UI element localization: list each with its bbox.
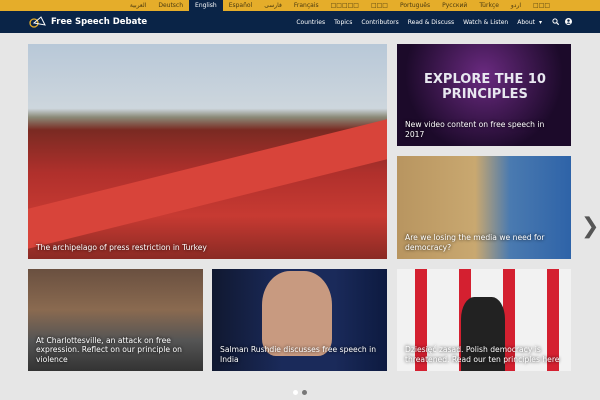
feature-card-rushdie[interactable]: Salman Rushdie discusses free speech in … <box>212 269 387 371</box>
language-link[interactable]: Deutsch <box>152 0 189 11</box>
site-title: Free Speech Debate <box>51 17 148 27</box>
logo-icon <box>29 16 46 28</box>
flag-banner <box>28 119 387 249</box>
language-link[interactable]: Français <box>288 0 325 11</box>
card-caption: At Charlottesville, an attack on free ex… <box>36 335 182 364</box>
language-bar: العربية Deutsch English Español فارسی Françai… <box>0 0 600 11</box>
carousel-dot-2[interactable] <box>302 390 307 395</box>
language-link[interactable]: English <box>189 0 223 11</box>
language-link[interactable]: Türkçe <box>473 0 505 11</box>
card-caption: Dziesięć zasad. Polish democracy is thre… <box>405 345 560 364</box>
user-icon[interactable] <box>565 17 572 27</box>
feature-card-turkey[interactable]: The archipelago of press restriction in … <box>28 44 387 259</box>
language-link[interactable]: فارسی <box>258 0 288 11</box>
main-nav: Free Speech Debate Countries Topics Cont… <box>0 11 600 33</box>
menu-countries[interactable]: Countries <box>296 19 325 26</box>
principles-banner-text: EXPLORE THE 10 PRINCIPLES <box>424 72 546 102</box>
feature-card-charlottesville[interactable]: At Charlottesville, an attack on free ex… <box>28 269 203 371</box>
language-link[interactable]: □□□□□ <box>325 0 365 11</box>
search-icon[interactable] <box>552 17 560 27</box>
language-link[interactable]: اردو <box>505 0 527 11</box>
menu-read-discuss[interactable]: Read & Discuss <box>408 19 454 26</box>
menu-contributors[interactable]: Contributors <box>361 19 398 26</box>
menu-about[interactable]: About <box>517 19 535 26</box>
language-link[interactable]: Português <box>394 0 436 11</box>
card-caption: Are we losing the media we need for demo… <box>405 233 545 252</box>
menu-watch-listen[interactable]: Watch & Listen <box>463 19 508 26</box>
portrait <box>262 271 332 356</box>
chevron-down-icon[interactable]: ▾ <box>539 19 542 26</box>
feature-card-poland[interactable]: Dziesięć zasad. Polish democracy is thre… <box>397 269 571 371</box>
language-link[interactable]: Русский <box>436 0 473 11</box>
card-caption: New video content on free speech in 2017 <box>405 120 545 139</box>
language-link[interactable]: □□□ <box>527 0 556 11</box>
feature-card-principles[interactable]: EXPLORE THE 10 PRINCIPLES New video cont… <box>397 44 571 146</box>
language-link[interactable]: العربية <box>124 0 152 11</box>
card-caption: Salman Rushdie discusses free speech in … <box>220 345 377 364</box>
carousel-next-icon[interactable]: ❯ <box>581 214 599 239</box>
language-link[interactable]: Español <box>223 0 259 11</box>
carousel-dot-1[interactable] <box>293 390 298 395</box>
language-link[interactable]: □□□ <box>365 0 394 11</box>
feature-card-media[interactable]: Are we losing the media we need for demo… <box>397 156 571 259</box>
menu-topics[interactable]: Topics <box>334 19 352 26</box>
card-caption: The archipelago of press restriction in … <box>36 242 207 252</box>
site-logo[interactable]: Free Speech Debate <box>28 16 147 28</box>
